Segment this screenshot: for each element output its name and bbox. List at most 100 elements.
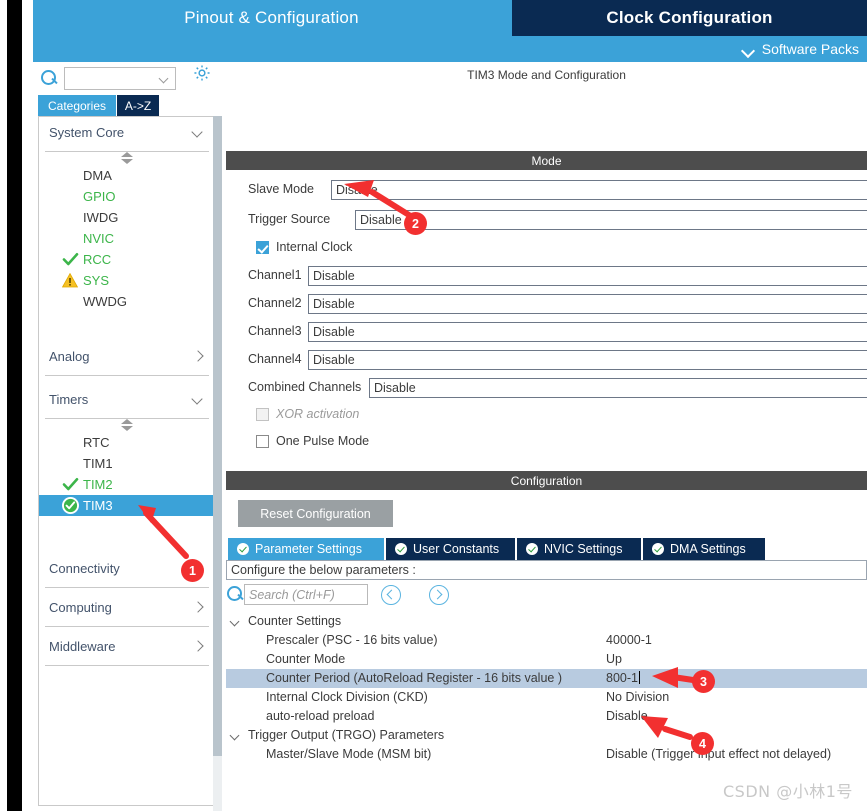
tree-item-label: RTC bbox=[83, 435, 110, 450]
chevron-down-icon bbox=[231, 732, 240, 741]
group-timers[interactable]: Timers bbox=[39, 384, 215, 418]
tree-item-nvic[interactable]: NVIC bbox=[39, 228, 215, 249]
trigger-source-value: Disable bbox=[360, 213, 402, 227]
check-circle-icon bbox=[237, 543, 249, 555]
param-row-auto-reload-preload[interactable]: auto-reload preload Disable bbox=[226, 707, 867, 726]
combined-channels-label: Combined Channels bbox=[248, 380, 362, 394]
divider bbox=[45, 665, 209, 666]
group-middleware[interactable]: Middleware bbox=[39, 631, 215, 665]
param-name: Internal Clock Division (CKD) bbox=[266, 690, 428, 704]
param-row-clock-division[interactable]: Internal Clock Division (CKD) No Divisio… bbox=[226, 688, 867, 707]
channel2-select[interactable]: Disable bbox=[308, 294, 867, 314]
slave-mode-select[interactable]: Disable bbox=[331, 180, 867, 200]
chevron-right-icon bbox=[193, 352, 203, 362]
tree-item-dma[interactable]: DMA bbox=[39, 165, 215, 186]
param-group-label: Trigger Output (TRGO) Parameters bbox=[248, 728, 445, 742]
tree-item-label: DMA bbox=[83, 168, 112, 183]
group-computing-label: Computing bbox=[49, 600, 112, 615]
checkbox-one-pulse-mode[interactable]: One Pulse Mode bbox=[256, 434, 369, 448]
row-channel2: Channel2 Disable bbox=[226, 294, 867, 314]
tree-item-label: IWDG bbox=[83, 210, 119, 225]
tab-pinout-configuration[interactable]: Pinout & Configuration bbox=[33, 0, 510, 36]
check-icon bbox=[62, 251, 79, 268]
internal-clock-label: Internal Clock bbox=[276, 240, 353, 254]
chevron-right-icon bbox=[193, 603, 203, 613]
component-tree-scrollbar-thumb[interactable] bbox=[213, 116, 222, 756]
gear-icon[interactable] bbox=[193, 64, 211, 82]
parameter-tree: Counter Settings Prescaler (PSC - 16 bit… bbox=[226, 612, 867, 764]
param-value: Disable bbox=[606, 709, 648, 723]
row-trigger-source: Trigger Source Disable bbox=[226, 210, 867, 230]
tree-item-gpio[interactable]: GPIO bbox=[39, 186, 215, 207]
channel1-select[interactable]: Disable bbox=[308, 266, 867, 286]
one-pulse-mode-label: One Pulse Mode bbox=[276, 434, 370, 448]
trigger-source-select[interactable]: Disable bbox=[355, 210, 867, 230]
reset-configuration-button[interactable]: Reset Configuration bbox=[238, 500, 393, 527]
scroll-spinner-system-core[interactable] bbox=[39, 152, 215, 165]
annotation-badge-number: 1 bbox=[189, 563, 196, 578]
previous-result-button[interactable] bbox=[381, 585, 401, 605]
param-row-master-slave-mode[interactable]: Master/Slave Mode (MSM bit) Disable (Tri… bbox=[226, 745, 867, 764]
tree-item-tim2[interactable]: TIM2 bbox=[39, 474, 215, 495]
param-name: Counter Mode bbox=[266, 652, 346, 666]
annotation-badge-4: 4 bbox=[691, 732, 714, 755]
channel4-select[interactable]: Disable bbox=[308, 350, 867, 370]
param-value-wrap[interactable]: 800-1 bbox=[606, 671, 640, 685]
tree-item-rcc[interactable]: RCC bbox=[39, 249, 215, 270]
tab-categories[interactable]: Categories bbox=[38, 95, 116, 116]
tab-parameter-settings-label: Parameter Settings bbox=[255, 542, 362, 556]
main-header: Pinout & Configuration Clock Configurati… bbox=[33, 0, 867, 62]
channel3-select[interactable]: Disable bbox=[308, 322, 867, 342]
tab-parameter-settings[interactable]: Parameter Settings bbox=[228, 538, 384, 560]
checkbox-internal-clock[interactable]: Internal Clock bbox=[256, 240, 352, 254]
param-row-prescaler[interactable]: Prescaler (PSC - 16 bits value) 40000-1 bbox=[226, 631, 867, 650]
param-group-counter-settings[interactable]: Counter Settings bbox=[226, 612, 867, 631]
checkbox-icon bbox=[256, 434, 269, 448]
tab-clock-configuration[interactable]: Clock Configuration bbox=[512, 0, 867, 36]
component-tree-body: System Core DMA GPIO IWDG NVIC RCC SYS W… bbox=[38, 116, 216, 806]
tab-dma-settings[interactable]: DMA Settings bbox=[643, 538, 765, 560]
channel2-value: Disable bbox=[313, 297, 355, 311]
component-search-combo[interactable] bbox=[64, 67, 176, 90]
group-computing[interactable]: Computing bbox=[39, 592, 215, 626]
group-analog-label: Analog bbox=[49, 349, 90, 364]
slave-mode-value: Disable bbox=[336, 183, 378, 197]
parameter-search-input[interactable]: Search (Ctrl+F) bbox=[244, 584, 368, 605]
tree-item-wwdg[interactable]: WWDG bbox=[39, 291, 215, 312]
next-result-button[interactable] bbox=[429, 585, 449, 605]
tab-dma-settings-label: DMA Settings bbox=[670, 542, 746, 556]
tab-user-constants[interactable]: User Constants bbox=[386, 538, 515, 560]
tree-item-tim3[interactable]: TIM3 bbox=[39, 495, 215, 516]
chevron-down-icon bbox=[193, 395, 203, 405]
combined-channels-select[interactable]: Disable bbox=[369, 378, 867, 398]
check-circle-icon bbox=[526, 543, 538, 555]
tree-item-label: NVIC bbox=[83, 231, 115, 246]
trigger-source-label: Trigger Source bbox=[248, 212, 331, 226]
tab-nvic-settings[interactable]: NVIC Settings bbox=[517, 538, 641, 560]
tree-item-tim1[interactable]: TIM1 bbox=[39, 453, 215, 474]
group-system-core[interactable]: System Core bbox=[39, 117, 215, 151]
tree-item-sys[interactable]: SYS bbox=[39, 270, 215, 291]
search-icon bbox=[227, 586, 244, 603]
tree-item-rtc[interactable]: RTC bbox=[39, 432, 215, 453]
param-name: Master/Slave Mode (MSM bit) bbox=[266, 747, 432, 761]
scroll-spinner-timers[interactable] bbox=[39, 419, 215, 432]
tree-item-label: TIM3 bbox=[83, 498, 113, 513]
chevron-down-icon bbox=[742, 43, 755, 56]
param-group-trgo-parameters[interactable]: Trigger Output (TRGO) Parameters bbox=[226, 726, 867, 745]
param-row-counter-period[interactable]: Counter Period (AutoReload Register - 16… bbox=[226, 669, 867, 688]
group-analog[interactable]: Analog bbox=[39, 341, 215, 375]
chevron-down-icon bbox=[193, 128, 203, 138]
tree-item-iwdg[interactable]: IWDG bbox=[39, 207, 215, 228]
tab-a-to-z-label: A->Z bbox=[124, 98, 152, 113]
software-packs-menu[interactable]: Software Packs bbox=[742, 36, 859, 62]
channel3-value: Disable bbox=[313, 325, 355, 339]
configure-parameters-hint: Configure the below parameters : bbox=[226, 560, 867, 580]
param-row-counter-mode[interactable]: Counter Mode Up bbox=[226, 650, 867, 669]
tab-a-to-z[interactable]: A->Z bbox=[117, 95, 159, 116]
reset-configuration-label: Reset Configuration bbox=[260, 506, 371, 521]
tab-clock-label: Clock Configuration bbox=[606, 8, 773, 27]
check-circle-icon bbox=[395, 543, 407, 555]
